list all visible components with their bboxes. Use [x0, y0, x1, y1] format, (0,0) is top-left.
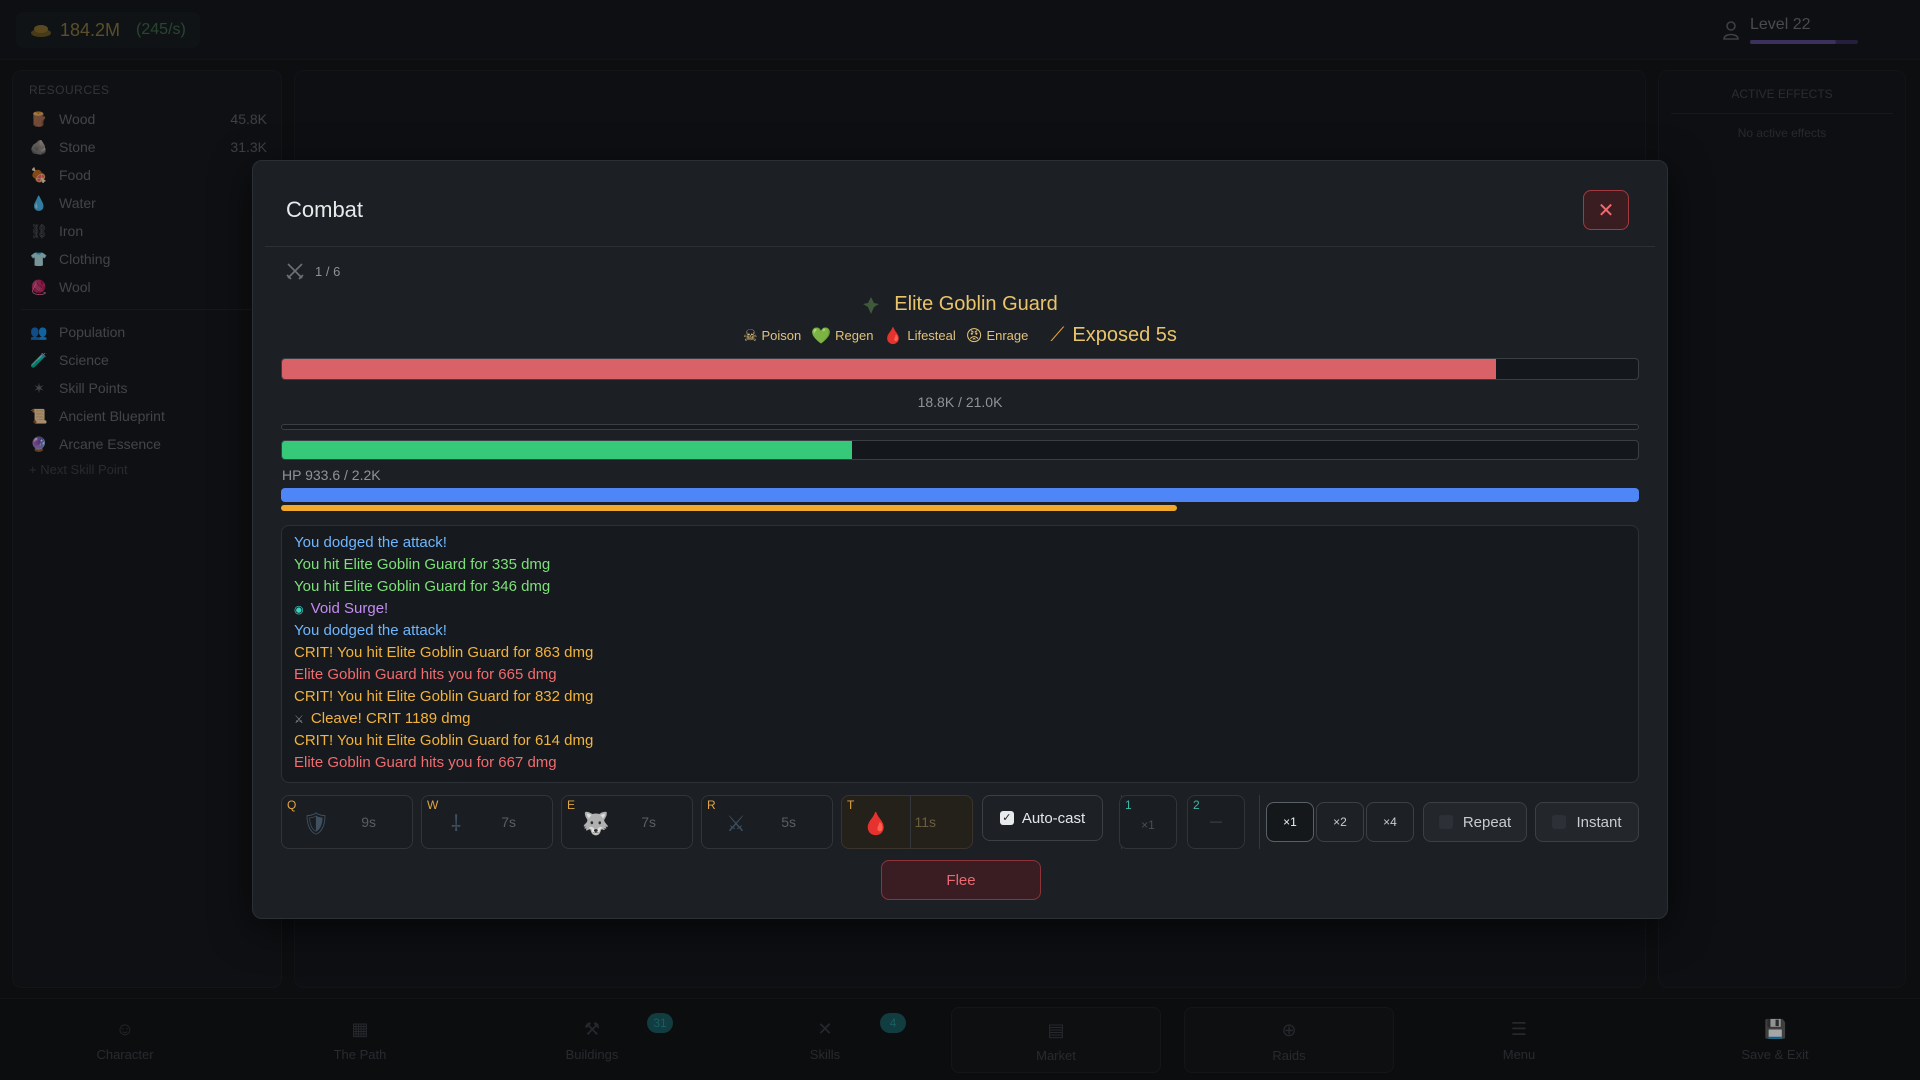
skill-hotkey: W: [427, 798, 439, 812]
enemy-effect-enrage: 😡 Enrage: [966, 326, 1029, 346]
log-entry: You hit Elite Goblin Guard for 335 dmg: [294, 554, 1626, 576]
enemy-effect-label: Lifesteal: [907, 328, 956, 343]
action-divider: [910, 795, 911, 849]
log-entry: You dodged the attack!: [294, 532, 1626, 554]
speed-button-3[interactable]: ×4: [1366, 802, 1414, 842]
skill-cooldown: 11s: [914, 814, 936, 830]
log-text: Elite Goblin Guard hits you for 665 dmg: [294, 666, 557, 683]
enemy-hp-bar: [281, 358, 1639, 380]
autocast-toggle[interactable]: ✓ Auto-cast: [982, 795, 1103, 841]
skill-slot-q[interactable]: Q 🛡 9s: [281, 795, 413, 849]
enemy-name: Elite Goblin Guard: [894, 293, 1058, 315]
skill-hotkey: R: [707, 798, 716, 812]
log-entry: Elite Goblin Guard hits you for 667 dmg: [294, 752, 1626, 774]
enrage-icon: 😡: [965, 327, 983, 345]
modal-title: Combat: [286, 197, 364, 222]
autocast-label: Auto-cast: [1021, 809, 1086, 827]
skill-slot-w[interactable]: W ⸸ 7s: [421, 795, 553, 849]
log-text: Elite Goblin Guard hits you for 667 dmg: [294, 754, 557, 771]
log-text: CRIT! You hit Elite Goblin Guard for 863…: [294, 644, 594, 661]
log-text: Cleave! CRIT 1189 dmg: [310, 710, 471, 727]
log-entry: CRIT! You hit Elite Goblin Guard for 832…: [294, 686, 1626, 708]
speed-button-1[interactable]: ×1: [1266, 802, 1314, 842]
enemy-effect-lifesteal: 🩸 Lifesteal: [883, 326, 955, 346]
log-text: You hit Elite Goblin Guard for 335 dmg: [294, 556, 551, 573]
repeat-button[interactable]: Repeat: [1423, 802, 1527, 842]
skill-cooldown: 5s: [781, 814, 796, 830]
exposed-label: Exposed 5s: [1072, 324, 1177, 346]
log-text: CRIT! You hit Elite Goblin Guard for 832…: [294, 688, 594, 705]
slot-content: ×1: [1141, 818, 1155, 832]
void-surge-icon: ◉: [294, 604, 307, 616]
instant-button[interactable]: Instant: [1535, 802, 1639, 842]
cleave-icon: ⚔: [294, 714, 307, 726]
flee-button[interactable]: Flee: [881, 860, 1041, 900]
consumable-slot-1[interactable]: 1 ×1: [1119, 795, 1177, 849]
skill-cooldown: 9s: [361, 814, 376, 830]
combat-log[interactable]: You dodged the attack! You hit Elite Gobl…: [281, 525, 1639, 783]
enemy-effect-poison: ☠ Poison: [743, 326, 801, 346]
action-divider: [1259, 795, 1260, 849]
enemy-hp-text: 18.8K / 21.0K: [917, 394, 1003, 410]
enemy-header: Elite Goblin Guard: [253, 293, 1667, 316]
repeat-checkbox[interactable]: [1438, 815, 1453, 829]
skill-cooldown: 7s: [501, 814, 516, 830]
regen-icon: 💚: [811, 327, 832, 345]
instant-checkbox[interactable]: [1552, 815, 1567, 829]
crossed-swords-icon: [286, 263, 304, 280]
attack-timer-bar: [281, 505, 1639, 511]
player-mana-bar: [281, 488, 1639, 502]
modal-divider: [265, 246, 1655, 247]
consumable-slot-2[interactable]: 2—: [1187, 795, 1245, 849]
wave-counter: 1 / 6: [285, 261, 340, 281]
enemy-effect-label: Poison: [761, 328, 802, 343]
dagger-icon: ⟋: [1050, 324, 1065, 346]
log-text: CRIT! You hit Elite Goblin Guard for 614…: [294, 732, 594, 749]
log-entry: ◉ Void Surge!: [294, 598, 1626, 620]
log-text: Void Surge!: [310, 600, 389, 617]
log-entry: You hit Elite Goblin Guard for 346 dmg: [294, 576, 1626, 598]
autocast-checkbox[interactable]: ✓: [999, 811, 1014, 825]
close-icon: ✕: [1597, 199, 1615, 222]
exposed-status: ⟋ Exposed 5s: [1050, 324, 1177, 347]
log-entry: Elite Goblin Guard hits you for 665 dmg: [294, 664, 1626, 686]
skill-slot-r[interactable]: R ⚔ 5s: [701, 795, 833, 849]
skill-hotkey: E: [567, 798, 576, 812]
poison-icon: ☠: [743, 327, 758, 345]
combat-modal: Combat ✕ 1 / 6 Elite Goblin Guard ☠ Poiso…: [252, 160, 1668, 919]
log-entry: CRIT! You hit Elite Goblin Guard for 614…: [294, 730, 1626, 752]
log-text: You hit Elite Goblin Guard for 346 dmg: [294, 578, 551, 595]
skill-hotkey: Q: [287, 798, 297, 812]
skill-slot-e[interactable]: E 🐺 7s: [561, 795, 693, 849]
skill-slot-t[interactable]: T 🩸 11s: [841, 795, 973, 849]
log-text: You dodged the attack!: [294, 534, 447, 551]
enemy-effect-label: Enrage: [986, 328, 1029, 343]
enemy-effect-label: Regen: [835, 328, 874, 343]
enemy-effects: ☠ Poison 💚 Regen 🩸 Lifesteal 😡 Enrage ⟋ Exposed 5…: [253, 324, 1667, 347]
lifesteal-icon: 🩸: [883, 327, 904, 345]
player-hp-text: HP 933.6 / 2.2K: [282, 467, 381, 483]
enemy-effect-regen: 💚 Regen: [811, 326, 873, 346]
log-entry: ⚔ Cleave! CRIT 1189 dmg: [294, 708, 1626, 730]
close-button[interactable]: ✕: [1583, 190, 1629, 230]
speed-button-2[interactable]: ×2: [1316, 802, 1364, 842]
slot-content: —: [1210, 814, 1222, 828]
goblin-icon: [863, 296, 880, 314]
skill-hotkey: T: [847, 798, 855, 812]
instant-label: Instant: [1576, 813, 1622, 831]
wave-text: 1 / 6: [315, 263, 341, 279]
skill-cooldown: 7s: [641, 814, 656, 830]
log-entry: You dodged the attack!: [294, 620, 1626, 642]
repeat-label: Repeat: [1462, 813, 1512, 831]
enemy-secondary-bar: [281, 424, 1639, 430]
slot-number: 2: [1193, 798, 1200, 812]
slot-number: 1: [1125, 798, 1132, 812]
player-hp-bar: [281, 440, 1639, 460]
log-entry: CRIT! You hit Elite Goblin Guard for 863…: [294, 642, 1626, 664]
log-text: You dodged the attack!: [294, 622, 447, 639]
